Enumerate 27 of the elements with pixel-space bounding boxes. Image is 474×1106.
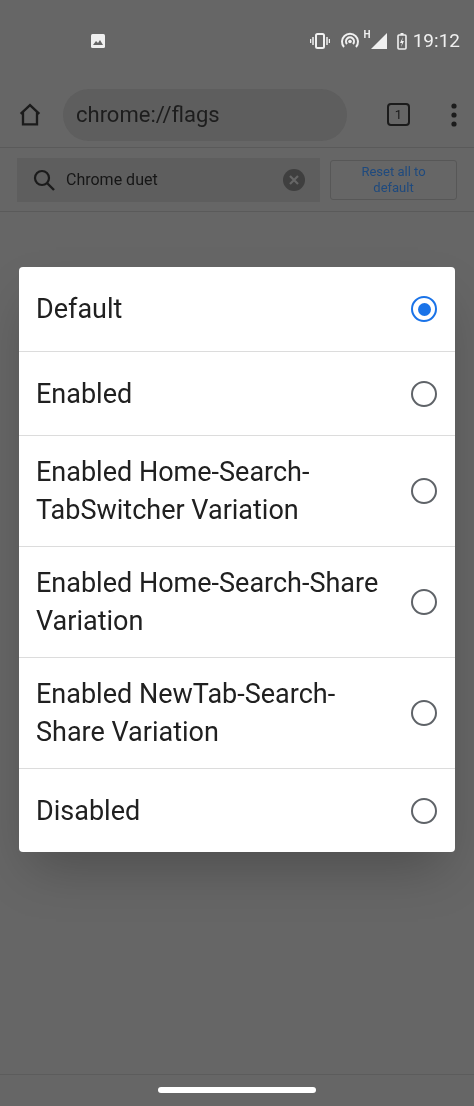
option-row[interactable]: Enabled bbox=[19, 351, 455, 435]
image-notification-icon bbox=[90, 33, 106, 49]
radio-button[interactable] bbox=[411, 797, 437, 824]
clock-time: 19:12 bbox=[412, 27, 460, 54]
option-row[interactable]: Default bbox=[19, 267, 455, 351]
option-label: Enabled NewTab-Search-Share Variation bbox=[36, 677, 337, 750]
option-label: Enabled bbox=[36, 376, 134, 412]
vibrate-icon bbox=[309, 33, 330, 49]
network-type: H bbox=[363, 30, 371, 40]
option-label: Disabled bbox=[36, 793, 142, 829]
battery-charging-icon bbox=[396, 32, 407, 50]
radio-button[interactable] bbox=[411, 700, 437, 726]
option-label: Enabled Home-Search-Share Variation bbox=[36, 566, 380, 639]
option-row[interactable]: Enabled NewTab-Search-Share Variation bbox=[19, 657, 455, 768]
hotspot-icon bbox=[339, 32, 360, 50]
search-icon bbox=[32, 167, 56, 192]
radio-button[interactable] bbox=[411, 380, 437, 407]
option-row[interactable]: Enabled Home-Search-Share Variation bbox=[19, 546, 455, 657]
option-row[interactable]: Disabled bbox=[19, 768, 455, 852]
radio-button[interactable] bbox=[411, 478, 437, 504]
option-label: Enabled Home-Search-TabSwitcher Variation bbox=[36, 455, 311, 528]
radio-button[interactable] bbox=[411, 296, 437, 322]
option-row[interactable]: Enabled Home-Search-TabSwitcher Variation bbox=[19, 435, 455, 546]
signal-icon bbox=[370, 33, 387, 49]
radio-button[interactable] bbox=[411, 589, 437, 615]
more-menu-icon[interactable] bbox=[450, 102, 458, 127]
option-label: Default bbox=[36, 292, 124, 327]
